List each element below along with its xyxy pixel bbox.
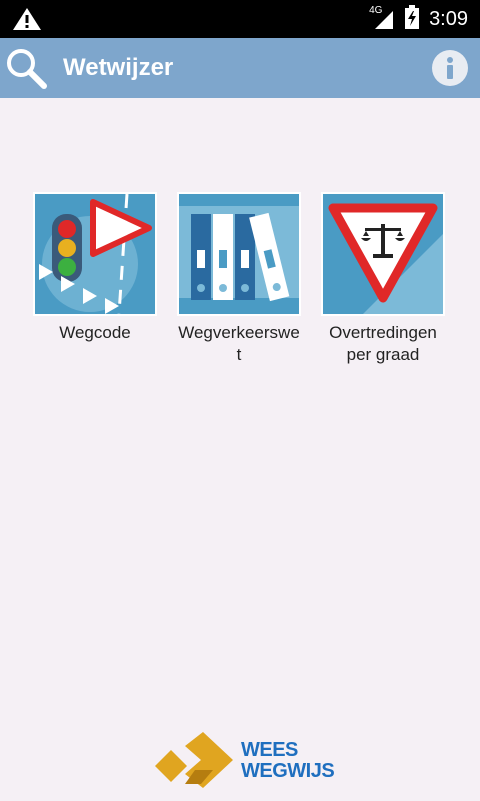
logo-line-1: WEES <box>241 739 298 761</box>
clock: 3:09 <box>429 7 468 30</box>
binders-icon <box>177 192 301 316</box>
signal-icon: 4G <box>369 5 395 31</box>
tile-label: Wegcode <box>59 323 131 342</box>
wees-wegwijs-logo: WEES WEGWIJS <box>155 730 335 796</box>
tile-overtredingen-per-graad[interactable]: Overtredingen per graad <box>321 192 445 366</box>
yield-sign-scales-icon <box>321 192 445 316</box>
status-right: 4G 3:09 <box>369 0 468 38</box>
info-icon <box>432 50 468 86</box>
tile-label: Wegverkeerswet <box>178 323 300 364</box>
warning-icon <box>12 7 42 31</box>
page-title: Wetwijzer <box>63 54 174 81</box>
tile-wegcode[interactable]: Wegcode <box>33 192 157 344</box>
info-button[interactable] <box>432 50 468 86</box>
search-button[interactable] <box>4 46 50 90</box>
traffic-light-icon <box>33 192 157 316</box>
battery-charging-icon <box>405 4 420 34</box>
tile-wegverkeerswet[interactable]: Wegverkeerswet <box>177 192 301 366</box>
status-bar: 4G 3:09 <box>0 0 480 38</box>
search-icon <box>7 49 47 89</box>
tile-label: Overtredingen per graad <box>329 323 437 364</box>
logo-text: WEES WEGWIJS <box>241 739 335 782</box>
logo-line-2: WEGWIJS <box>241 760 335 782</box>
app-bar: Wetwijzer <box>0 38 480 98</box>
logo-mark-icon <box>155 732 233 788</box>
